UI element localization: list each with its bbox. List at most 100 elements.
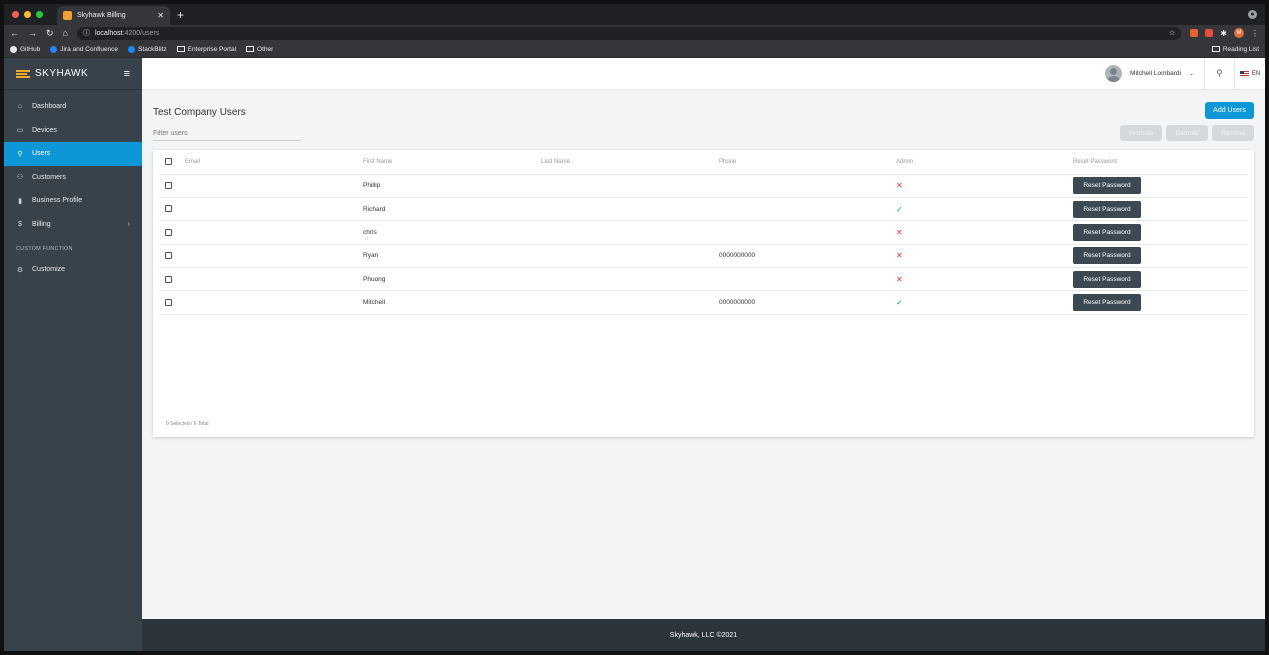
building-icon: ▮ bbox=[18, 197, 22, 205]
maximize-window-button[interactable] bbox=[36, 11, 43, 18]
bookmark-star-icon[interactable]: ☆ bbox=[1169, 29, 1175, 37]
cell-first-name: Mitchell bbox=[363, 290, 541, 315]
reading-list-icon bbox=[1211, 46, 1220, 52]
window-controls bbox=[12, 11, 43, 18]
cell-email bbox=[185, 174, 363, 198]
chevron-right-icon: › bbox=[127, 220, 130, 228]
browser-menu-icon[interactable]: ● bbox=[1248, 10, 1257, 19]
cell-phone bbox=[719, 174, 896, 198]
column-header-first-name[interactable]: First Name bbox=[363, 150, 541, 175]
info-icon[interactable]: ⓘ bbox=[83, 28, 90, 38]
hamburger-menu-icon[interactable]: ≡ bbox=[124, 68, 130, 80]
extensions: ✱ M ⋮ bbox=[1190, 28, 1259, 38]
remove-button[interactable]: Remove bbox=[1212, 125, 1254, 141]
language-selector[interactable]: EN bbox=[1235, 70, 1265, 77]
profile-avatar[interactable]: M bbox=[1234, 28, 1244, 38]
close-window-button[interactable] bbox=[12, 11, 19, 18]
bookmark-github[interactable]: GitHub bbox=[10, 45, 40, 53]
sidebar-section-title: CUSTOM FUNCTION bbox=[16, 246, 73, 252]
bookmark-stackblitz[interactable]: StackBlitz bbox=[128, 45, 167, 53]
minimize-window-button[interactable] bbox=[24, 11, 31, 18]
reset-password-button[interactable]: Reset Password bbox=[1073, 177, 1141, 195]
new-tab-icon[interactable]: + bbox=[177, 8, 184, 22]
admin-no-icon: ✕ bbox=[896, 251, 903, 261]
bookmark-enterprise-portal[interactable]: Enterprise Portal bbox=[176, 46, 236, 53]
add-users-button[interactable]: Add Users bbox=[1205, 102, 1254, 119]
table-row: Richard ✓ Reset Password bbox=[159, 197, 1248, 222]
column-header-reset-password: Reset Password bbox=[1073, 150, 1248, 175]
sidebar-item-business-profile[interactable]: ▮ Business Profile bbox=[4, 189, 142, 213]
cell-phone bbox=[719, 220, 896, 245]
promote-button[interactable]: Promote bbox=[1120, 125, 1162, 141]
cell-phone: 0000000000 bbox=[719, 290, 896, 315]
main: Mitchell Lombardi ⌄ ⚲ EN Test Company Us… bbox=[142, 58, 1265, 651]
column-header-last-name[interactable]: Last Name bbox=[541, 150, 719, 175]
selection-summary: 0 Selected / 6 Total bbox=[166, 421, 209, 427]
sidebar-item-customize[interactable]: ⚙ Customize bbox=[4, 258, 142, 282]
reading-list[interactable]: Reading List bbox=[1211, 46, 1259, 53]
more-vert-icon[interactable]: ⋮ bbox=[1251, 29, 1259, 38]
stackblitz-icon bbox=[128, 45, 136, 53]
puzzle-icon[interactable]: ✱ bbox=[1220, 29, 1227, 38]
row-checkbox[interactable] bbox=[165, 299, 172, 307]
app: SKYHAWK ≡ ⌂ Dashboard ▭ Devices ⚲ Users … bbox=[4, 58, 1265, 651]
admin-no-icon: ✕ bbox=[896, 274, 903, 284]
select-all-checkbox[interactable] bbox=[165, 158, 172, 166]
address-bar-row: ← → ↻ ⌂ ⓘ localhost:4200/users ☆ ✱ M ⋮ bbox=[4, 25, 1265, 41]
reset-password-button[interactable]: Reset Password bbox=[1073, 270, 1141, 288]
reset-password-button[interactable]: Reset Password bbox=[1073, 200, 1141, 218]
cell-last-name bbox=[541, 197, 719, 222]
user-menu[interactable]: Mitchell Lombardi ⌄ bbox=[1095, 58, 1205, 89]
table-row: Phuong ✕ Reset Password bbox=[159, 267, 1248, 292]
filter-users-input[interactable] bbox=[153, 127, 301, 141]
row-checkbox[interactable] bbox=[165, 252, 172, 260]
sidebar-item-customers[interactable]: ⚇ Customers bbox=[4, 166, 142, 190]
forward-icon[interactable]: → bbox=[28, 28, 37, 38]
sidebar: SKYHAWK ≡ ⌂ Dashboard ▭ Devices ⚲ Users … bbox=[4, 58, 142, 651]
browser-tab[interactable]: Skyhawk Billing ✕ bbox=[57, 6, 170, 25]
cell-last-name bbox=[541, 244, 719, 269]
sidebar-item-dashboard[interactable]: ⌂ Dashboard bbox=[4, 95, 142, 119]
reset-password-button[interactable]: Reset Password bbox=[1073, 247, 1141, 265]
cell-email bbox=[185, 244, 363, 269]
admin-no-icon: ✕ bbox=[896, 227, 903, 237]
cell-email bbox=[185, 267, 363, 292]
user-name: Mitchell Lombardi bbox=[1130, 70, 1181, 77]
column-header-admin[interactable]: Admin bbox=[896, 150, 1073, 175]
footer-text: Skyhawk, LLC ©2021 bbox=[669, 631, 738, 639]
url-bar[interactable]: ⓘ localhost:4200/users ☆ bbox=[76, 26, 1182, 40]
sidebar-item-billing[interactable]: $ Billing › bbox=[4, 213, 142, 237]
skyhawk-logo-icon bbox=[16, 69, 30, 78]
column-header-phone[interactable]: Phone bbox=[719, 150, 896, 175]
users-icon: ⚇ bbox=[16, 174, 24, 182]
chevron-down-icon: ⌄ bbox=[1188, 71, 1194, 77]
brand-name: SKYHAWK bbox=[35, 68, 89, 79]
search-icon[interactable]: ⚲ bbox=[1205, 58, 1235, 89]
back-icon[interactable]: ← bbox=[10, 28, 19, 38]
table-header-row: Email First Name Last Name Phone Admin R… bbox=[159, 150, 1248, 175]
row-checkbox[interactable] bbox=[165, 205, 172, 213]
home-icon[interactable]: ⌂ bbox=[63, 28, 68, 38]
folder-icon bbox=[176, 46, 185, 52]
reset-password-button[interactable]: Reset Password bbox=[1073, 294, 1141, 312]
admin-yes-icon: ✓ bbox=[896, 204, 903, 214]
gear-icon: ⚙ bbox=[16, 266, 24, 274]
bookmark-jira[interactable]: Jira and Confluence bbox=[50, 45, 118, 53]
row-checkbox[interactable] bbox=[165, 228, 172, 236]
demote-button[interactable]: Demote bbox=[1166, 125, 1208, 141]
tab-title: Skyhawk Billing bbox=[77, 12, 126, 19]
reset-password-button[interactable]: Reset Password bbox=[1073, 223, 1141, 241]
column-header-email[interactable]: Email bbox=[185, 150, 363, 175]
extension-icon[interactable] bbox=[1205, 29, 1214, 37]
sidebar-item-devices[interactable]: ▭ Devices bbox=[4, 119, 142, 143]
content: Test Company Users Add Users Promote Dem… bbox=[142, 90, 1265, 619]
reload-icon[interactable]: ↻ bbox=[46, 28, 54, 39]
bookmark-other[interactable]: Other bbox=[246, 46, 273, 53]
row-checkbox[interactable] bbox=[165, 182, 172, 190]
bookmarks-bar: GitHub Jira and Confluence StackBlitz En… bbox=[4, 41, 1265, 58]
sidebar-item-users[interactable]: ⚲ Users bbox=[4, 142, 142, 166]
row-checkbox[interactable] bbox=[165, 275, 172, 283]
page-title: Test Company Users bbox=[153, 107, 246, 118]
extension-icon[interactable] bbox=[1190, 29, 1199, 37]
close-tab-icon[interactable]: ✕ bbox=[157, 11, 164, 20]
